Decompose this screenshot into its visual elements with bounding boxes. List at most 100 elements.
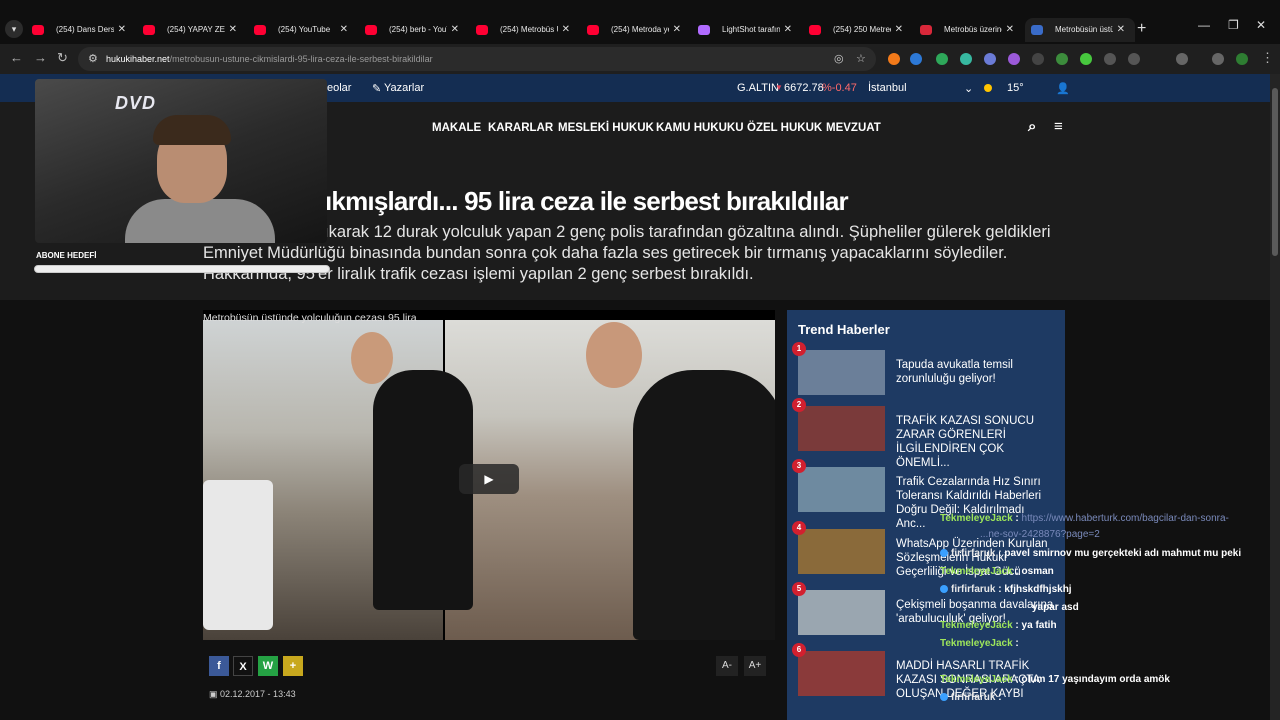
extension-icon[interactable] [1032,53,1044,65]
close-icon[interactable]: ✕ [118,18,126,42]
browser-tab[interactable]: (254) 250 Metred ✕ [803,18,913,42]
nav-mevzuat[interactable]: MEVZUAT [826,122,881,134]
close-icon[interactable]: ✕ [1006,18,1014,42]
trend-text: TRAFİK KAZASI SONUCU ZARAR GÖRENLERİ İLG… [896,415,1035,469]
trend-text: Tapuda avukatla temsil zorunluluğu geliy… [896,359,1013,385]
browser-tab[interactable]: (254) Metroda yer ✕ [581,18,691,42]
extension-icon[interactable] [1128,53,1140,65]
reload-icon[interactable]: ↻ [57,50,68,66]
search-icon[interactable]: ⌕ [1028,118,1036,135]
chat-text: olum 17 yaşındayım orda amök [1021,674,1170,685]
extension-icon[interactable] [1056,53,1068,65]
tab-title: (254) 250 Metred [833,25,891,34]
browser-tab[interactable]: Metrobüs üzerind ✕ [914,18,1024,42]
extension-icon[interactable] [910,53,922,65]
nav-makale[interactable]: MAKALE [432,122,481,134]
browser-tab[interactable]: (254) YouTube ✕ [248,18,358,42]
facebook-share-icon[interactable]: f [209,656,229,676]
user-icon[interactable]: 👤 [1056,82,1070,95]
article-headline: n üstüne çıkmışlardı... 95 lira ceza ile… [203,186,849,216]
chat-username: TekmeleyeJack [940,674,1013,685]
close-icon[interactable]: ✕ [784,18,792,42]
chevron-down-icon[interactable]: ⌄ [964,82,973,95]
nav-kamu-hukuku[interactable]: KAMU HUKUKU [656,122,744,134]
extension-icon[interactable] [888,53,900,65]
pen-icon: ✎ [372,83,382,95]
close-icon[interactable]: ✕ [673,18,681,42]
browser-tab[interactable]: (254) berb - YouTube ✕ [359,18,469,42]
trend-item[interactable]: 3 Trafik Cezalarında Hız Sınırı Toleransı… [792,459,1058,530]
close-icon[interactable]: ✕ [562,18,570,42]
youtube-icon [476,25,488,35]
profile-avatar[interactable] [1236,53,1248,65]
trend-thumbnail [798,350,885,395]
font-decrease-button[interactable]: A- [716,656,738,676]
person-figure [633,370,775,640]
font-increase-button[interactable]: A+ [744,656,766,676]
video-title[interactable]: Metrobüsün üstünde yolculuğun cezası 95 … [203,312,417,324]
site-info-icon[interactable]: ⚙ [88,47,98,71]
tab-search-icon[interactable]: ▾ [5,20,23,38]
city-select[interactable]: İstanbul [868,82,907,94]
trend-item[interactable]: 2 TRAFİK KAZASI SONUCU ZARAR GÖRENLERİ İL… [792,398,1058,469]
browser-tab[interactable]: (254) YAPAY ZEKA ✕ [137,18,247,42]
back-icon[interactable]: ← [10,50,23,65]
nav-yazarlar-link[interactable]: Yazarlar [384,82,424,94]
nav-kararlar[interactable]: KARARLAR [488,122,553,134]
close-icon[interactable]: ✕ [340,18,348,42]
youtube-icon [809,25,821,35]
nav-ozel-hukuk[interactable]: ÖZEL HUKUK [747,122,822,134]
extension-icon[interactable] [960,53,972,65]
youtube-icon [365,25,377,35]
extension-icon[interactable] [1008,53,1020,65]
video-player[interactable]: ▶ [203,310,775,640]
page-scrollbar[interactable] [1270,74,1280,720]
trend-item[interactable]: 5 Çekişmeli boşanma davalarına 'arabulucu… [792,582,1058,640]
menu-dots-icon[interactable]: ⋮ [1261,50,1274,66]
tab-title: (254) Dans Dersin [56,25,114,34]
extension-icon[interactable] [984,53,996,65]
minimize-icon[interactable]: — [1198,18,1210,32]
new-tab-icon[interactable]: + [1137,20,1146,38]
bookmark-star-icon[interactable]: ☆ [856,47,866,71]
whatsapp-share-icon[interactable]: W [258,656,278,676]
trend-item[interactable]: 1 Tapuda avukatla temsil zorunluluğu geli… [792,342,1058,400]
close-icon[interactable]: ✕ [1117,18,1125,42]
site-favicon-icon [1031,25,1043,35]
reading-list-icon[interactable] [1212,53,1224,65]
maximize-icon[interactable]: ❐ [1228,18,1239,32]
x-share-icon[interactable]: X [233,656,253,676]
extension-icon[interactable] [1080,53,1092,65]
youtube-icon [587,25,599,35]
tab-title: LightShot tarafında [722,25,780,34]
forward-icon[interactable]: → [34,50,47,65]
eye-off-icon[interactable]: ◎ [834,47,844,71]
hamburger-menu-icon[interactable]: ≡ [1054,118,1063,135]
browser-tab[interactable]: (254) Dans Dersin ✕ [26,18,136,42]
browser-tab[interactable]: LightShot tarafında ✕ [692,18,802,42]
extensions-puzzle-icon[interactable] [1176,53,1188,65]
extension-icon[interactable] [1104,53,1116,65]
tab-title: Metrobüs üzerind [944,25,1002,34]
extension-icon[interactable] [936,53,948,65]
trend-title: Trend Haberler [798,322,890,337]
subscriber-goal-bar [34,265,330,273]
chat-username: TekmeleyeJack [940,620,1013,631]
browser-tab-active[interactable]: Metrobüsün üstü ✕ [1025,18,1135,42]
close-icon[interactable]: ✕ [229,18,237,42]
chat-message: TekmeleyeJack : https://www.haberturk.co… [940,513,1229,524]
badge-icon [940,585,948,594]
browser-tab[interactable]: (254) Metrobüs Ü ✕ [470,18,580,42]
nav-videolar-link[interactable]: eolar [327,82,351,94]
play-button[interactable]: ▶ [459,464,519,494]
chat-username: TekmeleyeJack [940,513,1013,524]
scroll-thumb[interactable] [1272,88,1278,256]
more-share-icon[interactable]: + [283,656,303,676]
nav-mesleki-hukuk[interactable]: MESLEKİ HUKUK [558,122,654,134]
subscriber-goal-label: ABONE HEDEFİ [36,251,97,260]
close-icon[interactable]: ✕ [895,18,903,42]
site-favicon-icon [920,25,932,35]
close-window-icon[interactable]: ✕ [1256,18,1266,32]
close-icon[interactable]: ✕ [451,18,459,42]
address-bar[interactable]: ⚙ hukukihaber.net/metrobusun-ustune-cikm… [78,47,876,71]
